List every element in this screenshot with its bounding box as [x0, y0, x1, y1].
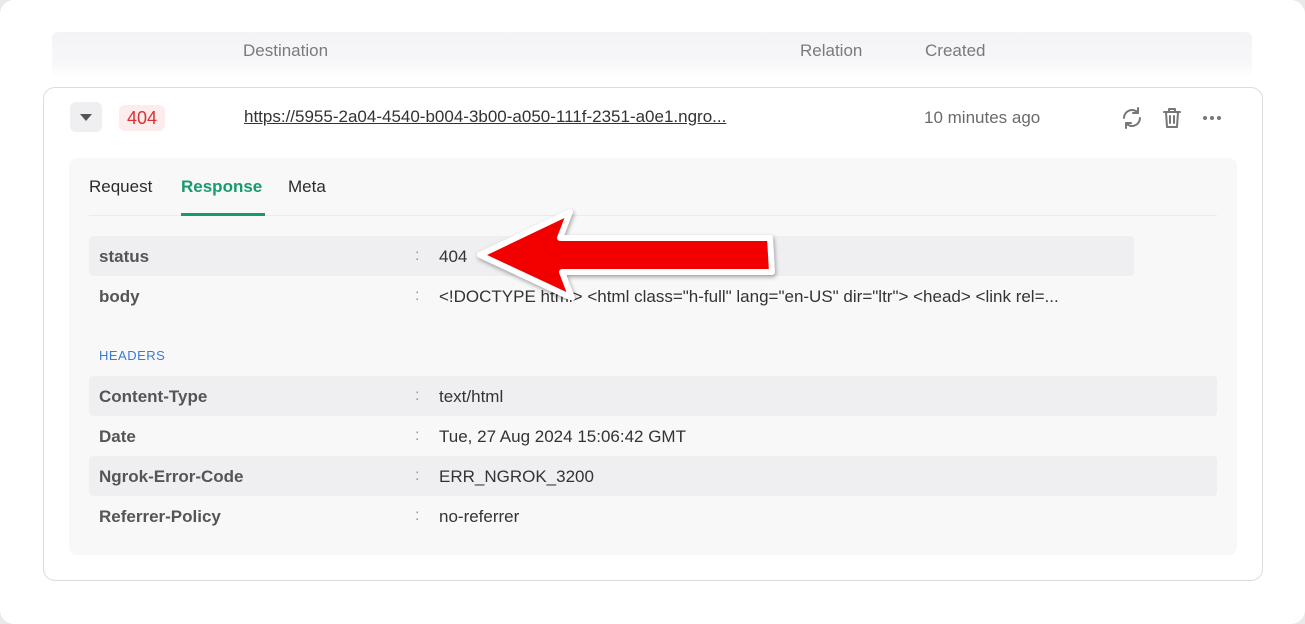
field-separator: :: [415, 507, 420, 524]
header-value: text/html: [439, 387, 504, 406]
column-destination: Destination: [243, 41, 329, 60]
tab-request[interactable]: Request: [89, 177, 152, 197]
field-key: body: [99, 287, 140, 306]
field-separator: :: [415, 467, 420, 484]
field-key: status: [99, 247, 150, 266]
header-key: Content-Type: [99, 387, 208, 406]
headers-section-title: HEADERS: [99, 348, 166, 363]
created-time: 10 minutes ago: [924, 108, 1041, 127]
header-row: Date : Tue, 27 Aug 2024 15:06:42 GMT: [89, 416, 1217, 456]
header-key: Referrer-Policy: [99, 507, 221, 526]
active-tab-indicator: [181, 213, 265, 216]
retry-button[interactable]: [1120, 106, 1144, 130]
field-value: 404: [439, 247, 468, 266]
tab-response[interactable]: Response: [181, 177, 262, 197]
webhook-panel: Destination Relation Created 404 https:/…: [0, 0, 1305, 624]
table-header: Destination Relation Created: [52, 32, 1252, 78]
field-separator: :: [415, 287, 420, 304]
field-separator: :: [415, 427, 420, 444]
field-separator: :: [415, 387, 420, 404]
column-created: Created: [925, 41, 986, 60]
tab-meta[interactable]: Meta: [288, 177, 326, 197]
refresh-icon: [1123, 107, 1141, 129]
annotation-arrow-icon: [477, 209, 775, 300]
header-value: Tue, 27 Aug 2024 15:06:42 GMT: [439, 427, 686, 446]
caret-down-icon: [80, 113, 92, 121]
header-row: Ngrok-Error-Code : ERR_NGROK_3200: [89, 456, 1217, 496]
table-row: 404 https://5955-2a04-4540-b004-3b00-a05…: [43, 87, 1263, 581]
collapse-toggle-button[interactable]: [70, 102, 102, 132]
header-row: Content-Type : text/html: [89, 376, 1217, 416]
trash-icon: [1163, 108, 1181, 128]
header-key: Ngrok-Error-Code: [99, 467, 244, 486]
status-badge: 404: [119, 105, 166, 131]
destination-link[interactable]: https://5955-2a04-4540-b004-3b00-a050-11…: [244, 107, 726, 127]
column-relation: Relation: [800, 41, 863, 60]
header-value: no-referrer: [439, 507, 520, 526]
header-value: ERR_NGROK_3200: [439, 467, 594, 486]
more-options-button[interactable]: [1200, 106, 1224, 130]
more-icon: [1203, 116, 1221, 120]
delete-button[interactable]: [1160, 106, 1184, 130]
header-row: Referrer-Policy : no-referrer: [89, 496, 1217, 536]
field-separator: :: [415, 247, 420, 264]
header-key: Date: [99, 427, 136, 446]
